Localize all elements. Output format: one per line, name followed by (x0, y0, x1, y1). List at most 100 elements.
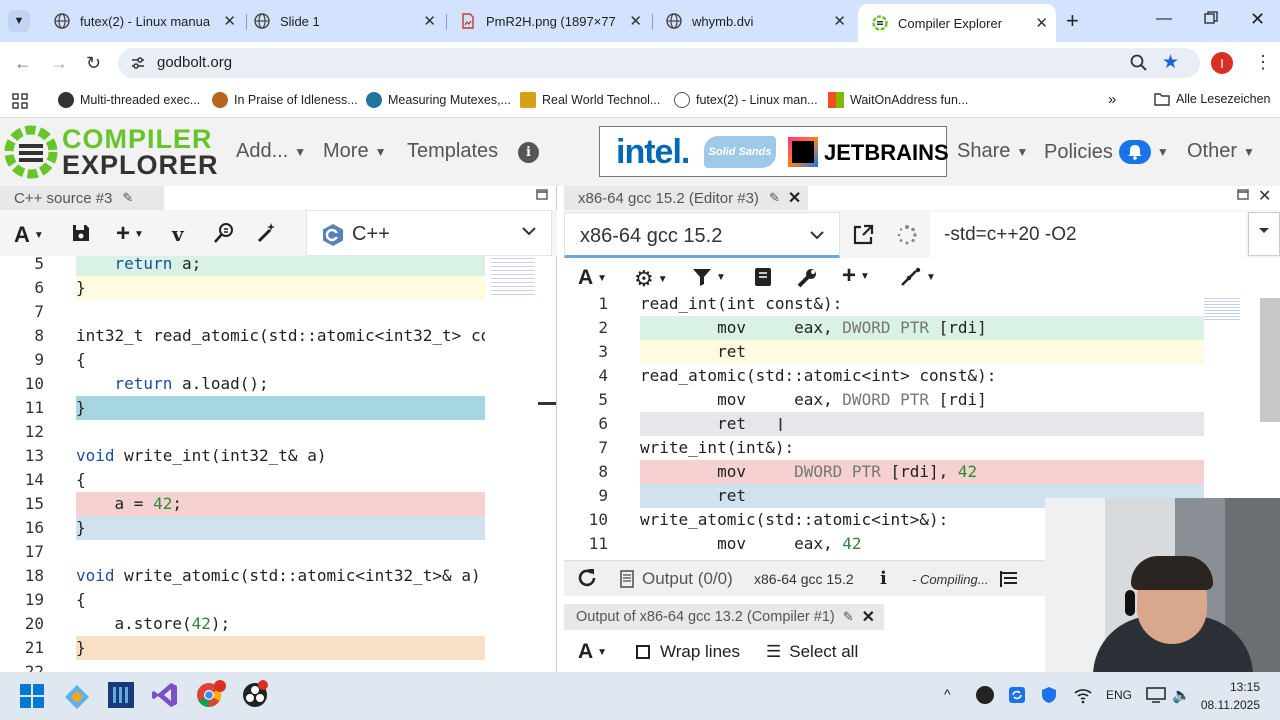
more-menu[interactable]: More ▼ (323, 140, 386, 163)
tab-close-icon[interactable]: ✕ (1035, 14, 1048, 32)
code-line[interactable]: ret (640, 340, 1204, 364)
code-line[interactable]: } (76, 516, 485, 540)
code-line[interactable]: read_int(int const&): (640, 296, 1204, 316)
vim-mode-icon[interactable]: v (172, 222, 184, 246)
share-menu[interactable]: Share ▼ (957, 140, 1028, 163)
bookmark-item[interactable]: futex(2) - Linux man... (674, 92, 818, 108)
bookmark-item[interactable]: Measuring Mutexes,... (366, 92, 511, 108)
bookmark-item[interactable]: Real World Technol... (520, 92, 660, 108)
filters-button[interactable]: ▼ (692, 268, 726, 286)
url-text[interactable]: godbolt.org (157, 54, 232, 71)
code-line[interactable]: void write_int(int32_t& a) (76, 444, 485, 468)
compiler-select[interactable]: x86-64 gcc 15.2 (564, 212, 840, 258)
policies-menu[interactable]: Policies ▼ (1044, 140, 1169, 164)
pencil-icon[interactable]: ✎ (843, 609, 854, 625)
font-size-button[interactable]: A ▼ (14, 222, 44, 248)
clock-time[interactable]: 13:15 (1204, 680, 1260, 694)
wrap-lines-checkbox[interactable]: Wrap lines (636, 642, 740, 662)
minimize-window-icon[interactable]: — (1156, 10, 1172, 28)
code-line[interactable]: mov eax, DWORD PTR [rdi] (640, 388, 1204, 412)
app-icon[interactable] (108, 682, 134, 708)
code-line[interactable]: return a; (76, 256, 485, 276)
bookmark-item[interactable]: WaitOnAddress fun... (828, 92, 968, 108)
visual-studio-icon[interactable] (152, 682, 178, 708)
output-font-button[interactable]: A ▼ (578, 640, 607, 664)
restore-window-icon[interactable] (1204, 11, 1218, 25)
browser-tab-futex[interactable]: futex(2) - Linux manual p ✕ (40, 6, 246, 36)
search-replace-icon[interactable] (213, 222, 235, 244)
sync-tray-icon[interactable] (1008, 686, 1026, 704)
zoom-icon[interactable] (1130, 54, 1147, 71)
output-button[interactable]: Output (0/0) (620, 569, 733, 589)
close-tab-icon[interactable]: ✕ (788, 188, 801, 208)
code-line[interactable]: ret (640, 412, 1204, 436)
browser-menu-icon[interactable]: ⋮ (1254, 52, 1272, 73)
close-tab-icon[interactable]: ✕ (862, 607, 875, 627)
all-bookmarks-folder[interactable]: Alle Lesezeichen (1154, 92, 1271, 106)
code-line[interactable]: int32_t read_atomic(std::atomic<int32_t>… (76, 324, 485, 348)
language-select[interactable]: C++ (306, 210, 552, 256)
browser-tab-png[interactable]: PmR2H.png (1897×779) ✕ (446, 6, 652, 36)
code-line[interactable] (76, 420, 485, 444)
info-icon[interactable]: i (518, 142, 539, 163)
code-line[interactable] (76, 660, 485, 672)
site-settings-icon[interactable] (130, 55, 146, 71)
widgets-icon[interactable] (64, 684, 90, 710)
obs-tray-icon[interactable] (976, 686, 994, 704)
code-line[interactable]: } (76, 396, 485, 420)
tab-close-icon[interactable]: ✕ (833, 12, 846, 30)
close-window-icon[interactable]: ✕ (1250, 9, 1265, 30)
source-code-area[interactable]: 5 return a; 6} 7 8 int32_t read_atomic(std::… (0, 256, 485, 672)
browser-tab-slide[interactable]: Slide 1 ✕ (240, 6, 446, 36)
tab-close-icon[interactable]: ✕ (223, 12, 236, 30)
forward-arrow-icon[interactable]: → (50, 53, 68, 74)
reload-icon[interactable]: ↻ (86, 53, 101, 74)
windows-start-icon[interactable] (20, 684, 44, 708)
tab-close-icon[interactable]: ✕ (629, 12, 642, 30)
templates-link[interactable]: Templates (407, 140, 498, 163)
magic-wand-icon[interactable] (256, 222, 278, 244)
clock-date[interactable]: 08.11.2025 (1188, 698, 1260, 712)
ce-logo-icon[interactable] (4, 124, 58, 180)
security-tray-icon[interactable] (1040, 686, 1058, 704)
bookmark-star-icon[interactable]: ★ (1162, 51, 1179, 74)
code-line[interactable]: { (76, 348, 485, 372)
tab-close-icon[interactable]: ✕ (423, 12, 436, 30)
omnibox[interactable]: godbolt.org ★ (118, 48, 1200, 78)
browser-tab-dvi[interactable]: whymb.dvi ✕ (652, 6, 856, 36)
wrench-icon[interactable] (796, 267, 818, 289)
source-scrollbar[interactable] (538, 402, 556, 405)
display-tray-icon[interactable] (1146, 687, 1166, 703)
add-menu[interactable]: Add... ▼ (236, 140, 306, 163)
maximize-pane-icon[interactable] (1237, 189, 1249, 201)
graph-button[interactable]: ▼ (900, 267, 936, 287)
code-line[interactable]: } (76, 636, 485, 660)
code-line[interactable]: read_atomic(std::atomic<int> const&): (640, 364, 1204, 388)
close-pane-icon[interactable]: ✕ (1258, 186, 1271, 206)
maximize-pane-icon[interactable] (536, 189, 548, 201)
open-compiler-info-icon[interactable] (852, 224, 874, 246)
brief-view-icon[interactable] (1000, 570, 1018, 588)
bookmark-item[interactable]: In Praise of Idleness... (212, 92, 358, 108)
bookmark-item[interactable]: Multi-threaded exec... (58, 92, 200, 108)
source-editor-tab[interactable]: C++ source #3 ✎ (0, 186, 164, 210)
input-language[interactable]: ENG (1106, 688, 1132, 702)
compiler-options-input[interactable]: -std=c++20 -O2 (930, 212, 1246, 258)
code-line[interactable]: mov DWORD PTR [rdi], 42 (640, 460, 1204, 484)
tab-search-chevron-icon[interactable]: ▼ (8, 10, 30, 32)
browser-tab-compiler-explorer[interactable]: Compiler Explorer ✕ (858, 4, 1056, 42)
add-new-button[interactable]: + ▼ (116, 220, 144, 248)
output-pane-tab[interactable]: Output of x86-64 gcc 13.2 (Compiler #1) … (564, 604, 884, 630)
output-font-button[interactable]: A ▼ (578, 266, 607, 290)
pencil-icon[interactable]: ✎ (122, 190, 133, 206)
save-icon[interactable] (72, 224, 90, 242)
pencil-icon[interactable]: ✎ (769, 190, 780, 206)
select-all-button[interactable]: ☰ Select all (766, 642, 858, 662)
wifi-tray-icon[interactable] (1074, 686, 1092, 704)
book-icon[interactable] (754, 267, 772, 287)
back-arrow-icon[interactable]: ← (14, 53, 32, 74)
info-icon[interactable]: i (880, 568, 887, 589)
code-line[interactable]: } (76, 276, 485, 300)
add-tool-button[interactable]: + ▼ (842, 262, 870, 290)
more-bookmarks-icon[interactable]: » (1108, 91, 1116, 108)
